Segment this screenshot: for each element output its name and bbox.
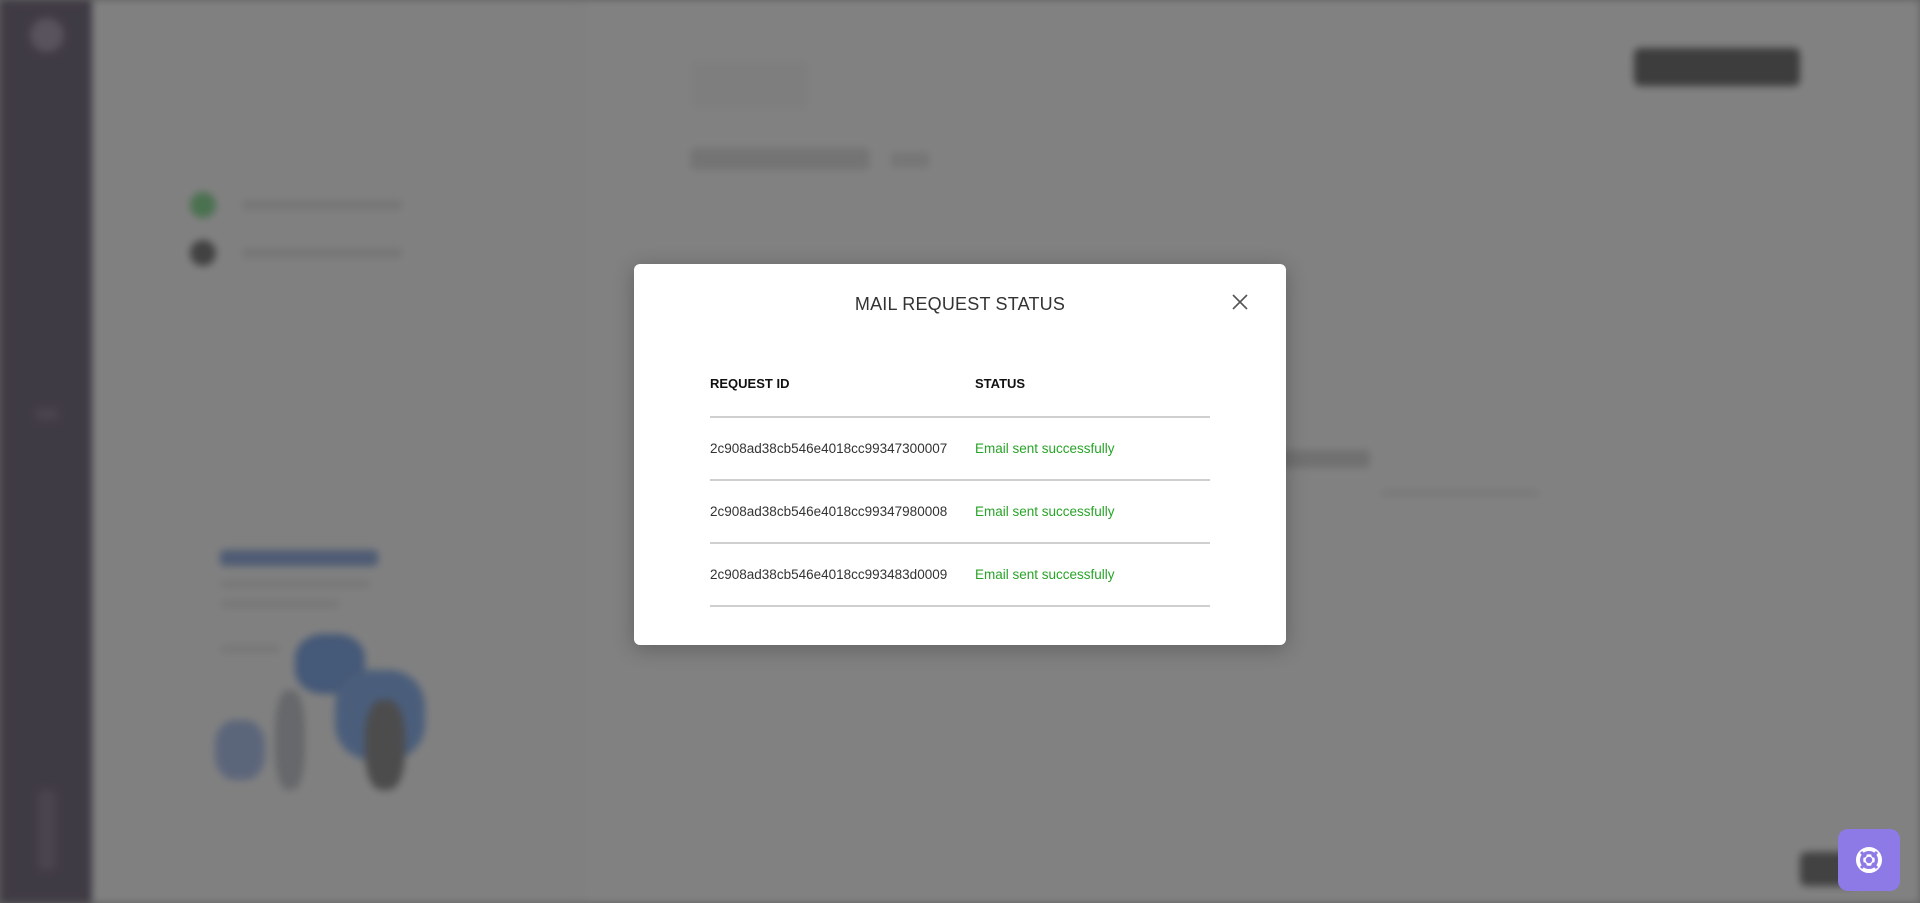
modal-title: MAIL REQUEST STATUS [854,294,1066,314]
request-id-cell: 2c908ad38cb546e4018cc99347980008 [710,480,975,544]
status-cell: Email sent successfully [975,480,1210,544]
status-cell: Email sent successfully [975,543,1210,607]
request-id-cell: 2c908ad38cb546e4018cc993483d0009 [710,543,975,607]
table-header-row: REQUEST ID STATUS [710,368,1210,418]
status-table: REQUEST ID STATUS 2c908ad38cb546e4018cc9… [710,368,1210,607]
status-cell: Email sent successfully [975,417,1210,481]
column-header-request-id: REQUEST ID [710,368,975,418]
table-row: 2c908ad38cb546e4018cc99347300007 Email s… [710,417,1210,481]
table-row: 2c908ad38cb546e4018cc99347980008 Email s… [710,480,1210,544]
table-row: 2c908ad38cb546e4018cc993483d0009 Email s… [710,543,1210,607]
column-header-status: STATUS [975,368,1210,418]
lifebuoy-icon [1856,847,1882,873]
help-button[interactable] [1838,829,1900,891]
close-icon [1232,294,1248,310]
mail-request-status-modal: MAIL REQUEST STATUS REQUEST ID STATUS 2c… [634,264,1286,645]
request-id-cell: 2c908ad38cb546e4018cc99347300007 [710,417,975,481]
close-button[interactable] [1228,290,1252,314]
